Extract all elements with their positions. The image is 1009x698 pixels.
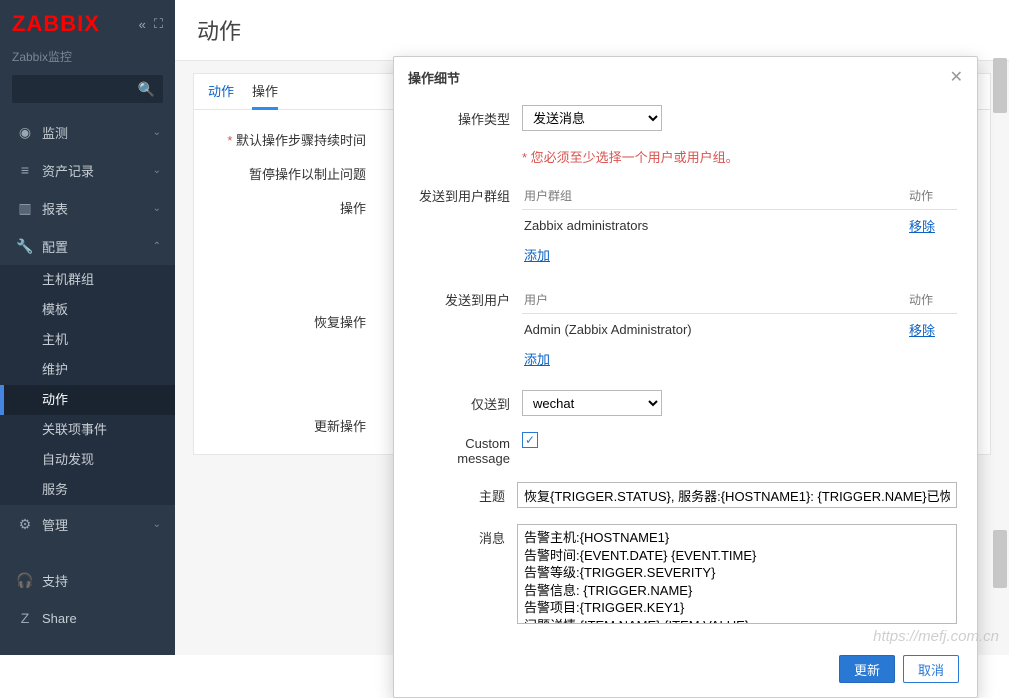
modal-title: 操作细节 [408, 68, 460, 87]
modal-body: 操作类型 发送消息 * 您必须至少选择一个用户或用户组。 发送到用户群组 用户群… [394, 97, 977, 647]
sidebar-header: ZABBIX « ⛶ [0, 0, 175, 48]
nav-monitoring[interactable]: ◉ 监测 ⌄ [0, 113, 175, 151]
table-row: Admin (Zabbix Administrator)移除 [522, 314, 957, 346]
error-text: 您必须至少选择一个用户或用户组。 [531, 150, 739, 165]
nav-config[interactable]: 🔧 配置 ⌃ [0, 227, 175, 265]
add-user-link[interactable]: 添加 [524, 352, 550, 367]
share-icon: Z [14, 610, 36, 626]
update-button[interactable]: 更新 [839, 655, 895, 683]
chevron-down-icon: ⌄ [153, 165, 161, 176]
nav-admin[interactable]: ⚙ 管理 ⌄ [0, 505, 175, 543]
label-op-type: 操作类型 [414, 105, 522, 128]
nav-share[interactable]: Z Share [0, 599, 175, 637]
chevron-down-icon: ⌄ [153, 127, 161, 138]
sidebar-item-actions[interactable]: 动作 [0, 385, 175, 415]
eye-icon: ◉ [14, 124, 36, 141]
message-textarea[interactable]: 告警主机:{HOSTNAME1} 告警时间:{EVENT.DATE} {EVEN… [517, 524, 957, 624]
cancel-button[interactable]: 取消 [903, 655, 959, 683]
sidebar-item-templates[interactable]: 模板 [0, 295, 175, 325]
col-usergroup: 用户群组 [522, 182, 907, 210]
sidebar-item-maintenance[interactable]: 维护 [0, 355, 175, 385]
chevron-down-icon: ⌄ [153, 203, 161, 214]
nav-support[interactable]: 🎧 支持 [0, 561, 175, 599]
col-action: 动作 [907, 286, 957, 314]
logo[interactable]: ZABBIX [12, 11, 100, 37]
nav-reports[interactable]: ▥ 报表 ⌄ [0, 189, 175, 227]
search-icon: 🔍 [138, 81, 155, 98]
custom-msg-checkbox[interactable]: ✓ [522, 432, 538, 448]
label-message: 消息 [414, 524, 517, 547]
label-subject: 主题 [414, 482, 517, 505]
col-user: 用户 [522, 286, 907, 314]
modal-header: 操作细节 ✕ [394, 57, 977, 97]
modal: 操作细节 ✕ 操作类型 发送消息 * 您必须至少选择一个用户或用户组。 发送到用… [393, 56, 978, 698]
remove-link[interactable]: 移除 [909, 219, 935, 234]
asterisk-icon: * [522, 150, 531, 165]
add-usergroup-link[interactable]: 添加 [524, 248, 550, 263]
support-icon: 🎧 [14, 572, 36, 589]
nav-config-sub: 主机群组 模板 主机 维护 动作 关联项事件 自动发现 服务 [0, 265, 175, 505]
kiosk-icon[interactable]: ⛶ [154, 16, 163, 32]
search-input[interactable]: 🔍 [12, 75, 163, 103]
chevron-up-icon: ⌃ [153, 241, 161, 252]
op-type-select[interactable]: 发送消息 [522, 105, 662, 131]
chart-icon: ▥ [14, 200, 36, 217]
sidebar-item-hostgroups[interactable]: 主机群组 [0, 265, 175, 295]
usergroup-table: 用户群组动作 Zabbix administrators移除 添加 [522, 182, 957, 270]
remove-link[interactable]: 移除 [909, 323, 935, 338]
label-custom-msg: Custom message [414, 432, 522, 466]
col-action: 动作 [907, 182, 957, 210]
usergroup-cell: Zabbix administrators [522, 210, 907, 242]
only-to-select[interactable]: wechat [522, 390, 662, 416]
server-name: Zabbix监控 [0, 48, 175, 75]
nav-inventory[interactable]: ≡ 资产记录 ⌄ [0, 151, 175, 189]
close-icon[interactable]: ✕ [950, 67, 963, 87]
list-icon: ≡ [14, 162, 36, 178]
modal-overlay: 操作细节 ✕ 操作类型 发送消息 * 您必须至少选择一个用户或用户组。 发送到用… [175, 48, 1009, 655]
sidebar: ZABBIX « ⛶ Zabbix监控 🔍 ◉ 监测 ⌄ ≡ 资产记录 ⌄ ▥ … [0, 0, 175, 655]
label-send-users: 发送到用户 [414, 286, 522, 309]
user-cell: Admin (Zabbix Administrator) [522, 314, 907, 346]
watermark: https://mefj.com.cn [873, 628, 999, 645]
label-send-groups: 发送到用户群组 [414, 182, 522, 205]
user-table: 用户动作 Admin (Zabbix Administrator)移除 添加 [522, 286, 957, 374]
gear-icon: ⚙ [14, 516, 36, 533]
label-only-to: 仅送到 [414, 390, 522, 413]
chevron-down-icon: ⌄ [153, 519, 161, 530]
sidebar-item-hosts[interactable]: 主机 [0, 325, 175, 355]
subject-input[interactable] [517, 482, 957, 508]
sidebar-item-discovery[interactable]: 自动发现 [0, 445, 175, 475]
sidebar-item-correlation[interactable]: 关联项事件 [0, 415, 175, 445]
sidebar-item-services[interactable]: 服务 [0, 475, 175, 505]
table-row: Zabbix administrators移除 [522, 210, 957, 242]
wrench-icon: 🔧 [14, 238, 36, 255]
collapse-icon[interactable]: « [139, 17, 146, 32]
